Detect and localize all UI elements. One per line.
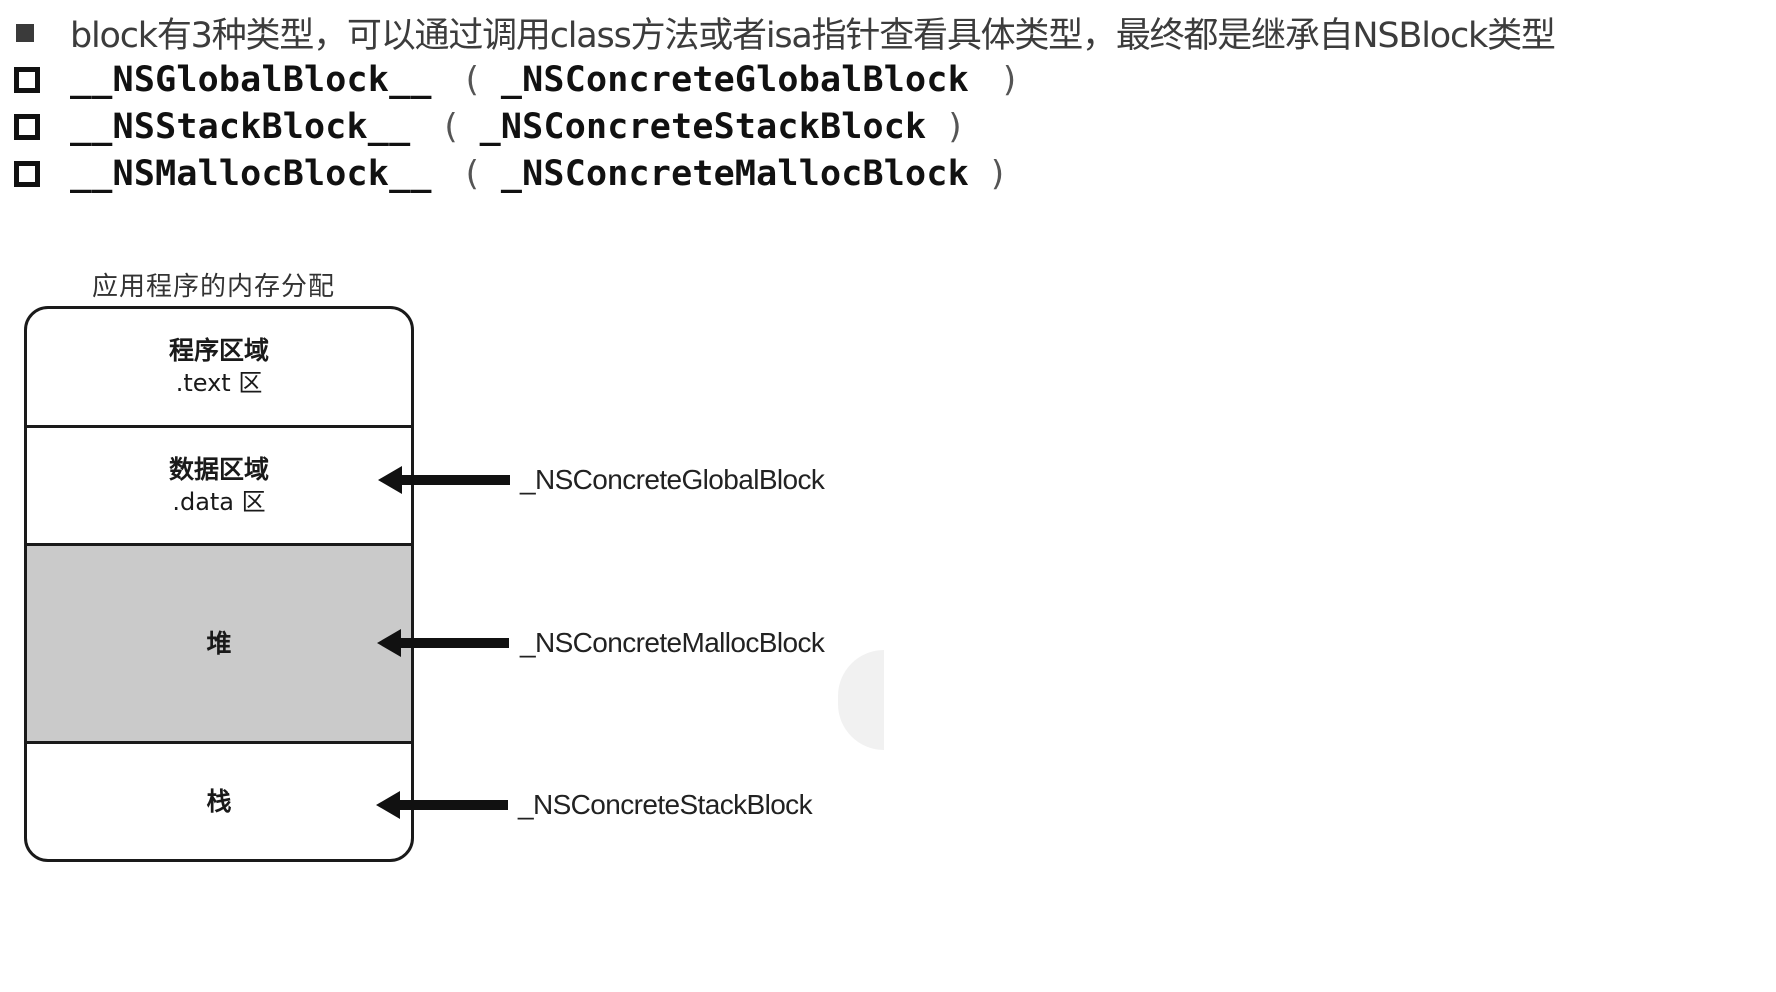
list-item-malloc-block: __NSMallocBlock__ ( _NSConcreteMallocBlo…: [14, 151, 1004, 197]
segment-data-area: 数据区域 .data 区: [27, 425, 411, 543]
segment-heap: 堆: [27, 543, 411, 741]
segment-text-area: 程序区域 .text 区: [27, 309, 411, 425]
square-filled-bullet-icon: [16, 24, 34, 42]
pointer-label-stack: _NSConcreteStackBlock: [518, 789, 813, 820]
segment-subtitle: .text 区: [175, 369, 263, 397]
square-outline-bullet-icon: [14, 114, 40, 140]
close-paren: ): [1002, 60, 1017, 100]
list-item-global-block: __NSGlobalBlock__ ( _NSConcreteGlobalBlo…: [14, 57, 1016, 103]
block-types-list: block有3种类型，可以通过调用class方法或者isa指针查看具体类型，最终…: [0, 0, 1776, 220]
left-arrow-icon: [377, 629, 509, 657]
close-paren: ): [948, 107, 962, 147]
diagram-caption: 应用程序的内存分配: [92, 272, 336, 302]
close-paren: ): [990, 154, 1005, 194]
memory-layout-box: 程序区域 .text 区 数据区域 .data 区 堆 栈: [24, 306, 414, 862]
side-scroll-handle[interactable]: [838, 650, 884, 750]
open-paren: (: [465, 154, 479, 194]
segment-name: 数据区域: [168, 454, 269, 484]
square-outline-bullet-icon: [14, 161, 40, 187]
intro-text: block有3种类型，可以通过调用class方法或者isa指针查看具体类型，最终…: [70, 15, 1556, 56]
concrete-class-name: _NSConcreteGlobalBlock: [500, 60, 969, 100]
segment-name: 堆: [206, 628, 232, 658]
pointer-label-global: _NSConcreteGlobalBlock: [520, 464, 825, 495]
left-arrow-icon: [376, 791, 508, 819]
open-paren: (: [465, 60, 479, 100]
block-class-name: __NSMallocBlock__: [70, 154, 432, 194]
segment-subtitle: .data 区: [172, 487, 266, 516]
segment-stack: 栈: [27, 741, 411, 859]
block-class-name: __NSGlobalBlock__: [70, 60, 432, 100]
pointer-label-malloc: _NSConcreteMallocBlock: [520, 627, 825, 658]
segment-name: 栈: [206, 786, 232, 816]
left-arrow-icon: [378, 466, 510, 494]
square-outline-bullet-icon: [14, 67, 40, 93]
list-item-stack-block: __NSStackBlock__ ( _NSConcreteStackBlock…: [14, 104, 962, 150]
concrete-class-name: _NSConcreteMallocBlock: [500, 154, 969, 194]
intro-bullet-row: block有3种类型，可以通过调用class方法或者isa指针查看具体类型，最终…: [14, 10, 1556, 56]
open-paren: (: [444, 107, 458, 147]
concrete-class-name: _NSConcreteStackBlock: [479, 107, 927, 147]
segment-name: 程序区域: [168, 336, 269, 365]
block-class-name: __NSStackBlock__: [70, 107, 411, 147]
